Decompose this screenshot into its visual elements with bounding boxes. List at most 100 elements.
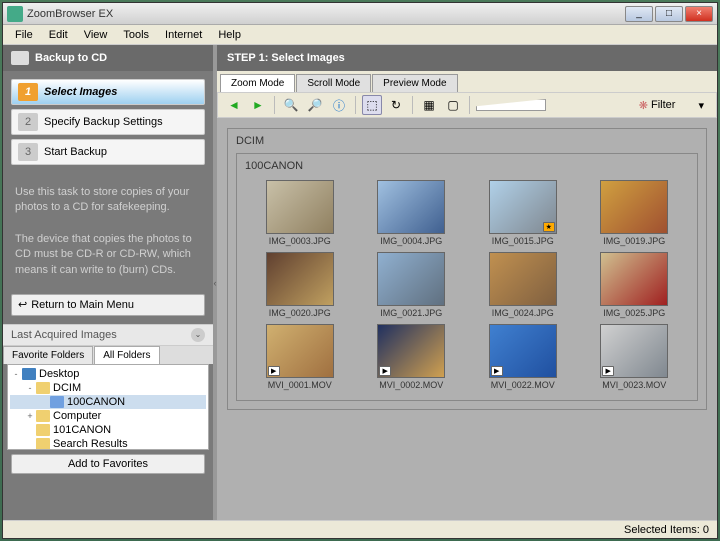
minimize-button[interactable]: _ xyxy=(625,6,653,22)
thumbnail-image: ▶ xyxy=(377,324,445,378)
last-acquired-header[interactable]: Last Acquired Images ⌄ xyxy=(3,324,213,346)
thumbnail-name: IMG_0015.JPG xyxy=(492,236,554,246)
add-favorites-button[interactable]: Add to Favorites xyxy=(11,454,205,474)
separator xyxy=(274,96,275,114)
thumbnail[interactable]: IMG_0025.JPG xyxy=(582,252,688,318)
thumbnail[interactable]: IMG_0019.JPG xyxy=(582,180,688,246)
window-title: ZoomBrowser EX xyxy=(27,8,625,20)
step-number: 3 xyxy=(18,143,38,161)
step-2[interactable]: 2Specify Backup Settings xyxy=(11,109,205,135)
menu-edit[interactable]: Edit xyxy=(41,27,76,43)
mode-tab-zoom-mode[interactable]: Zoom Mode xyxy=(220,74,295,92)
thumbnail-name: IMG_0025.JPG xyxy=(603,308,665,318)
mode-tab-scroll-mode[interactable]: Scroll Mode xyxy=(296,74,371,92)
separator xyxy=(469,96,470,114)
thumbnail-image: ▶ xyxy=(489,324,557,378)
subfolder-label: 100CANON xyxy=(241,158,693,174)
sidebar-title: Backup to CD xyxy=(35,52,107,64)
expand-icon[interactable] xyxy=(38,397,50,407)
info-button[interactable]: ⓘ xyxy=(329,95,349,115)
folder-tab-1[interactable]: All Folders xyxy=(94,346,159,364)
return-button[interactable]: ↩ Return to Main Menu xyxy=(11,294,205,316)
window-buttons: _ □ × xyxy=(625,6,713,22)
tree-item[interactable]: -Desktop xyxy=(10,367,206,381)
step-1[interactable]: 1Select Images xyxy=(11,79,205,105)
thumbnail[interactable]: ▶MVI_0002.MOV xyxy=(359,324,465,390)
menu-internet[interactable]: Internet xyxy=(157,27,210,43)
menu-view[interactable]: View xyxy=(76,27,116,43)
thumbnail[interactable]: ★ IMG_0015.JPG xyxy=(470,180,576,246)
thumbnail-image xyxy=(377,180,445,234)
expand-icon[interactable] xyxy=(24,425,36,435)
thumbnail[interactable]: IMG_0004.JPG xyxy=(359,180,465,246)
sidebar-header: Backup to CD xyxy=(3,45,213,71)
tree-item[interactable]: Search Results xyxy=(10,437,206,450)
step-label: Start Backup xyxy=(44,146,107,158)
thumbnail[interactable]: IMG_0021.JPG xyxy=(359,252,465,318)
zoom-in-button[interactable]: 🔎 xyxy=(305,95,325,115)
thumbnail[interactable]: ▶MVI_0022.MOV xyxy=(470,324,576,390)
tree-item[interactable]: 101CANON xyxy=(10,423,206,437)
thumbnail-name: IMG_0020.JPG xyxy=(269,308,331,318)
movie-icon: ▶ xyxy=(379,366,391,376)
movie-icon: ▶ xyxy=(602,366,614,376)
folder-tab-0[interactable]: Favorite Folders xyxy=(3,346,93,364)
select-all-button[interactable]: ▦ xyxy=(419,95,439,115)
main-panel: STEP 1: Select Images Zoom ModeScroll Mo… xyxy=(217,45,717,520)
step-header-label: STEP 1: Select Images xyxy=(227,52,345,64)
step-list: 1Select Images 2Specify Backup Settings 3S… xyxy=(3,71,213,177)
statusbar: Selected Items: 0 xyxy=(3,520,717,538)
tree-item[interactable]: 100CANON xyxy=(10,395,206,409)
thumbnail-image: ★ xyxy=(489,180,557,234)
filter-icon: ❋ xyxy=(639,99,648,112)
close-button[interactable]: × xyxy=(685,6,713,22)
thumbnail-name: IMG_0024.JPG xyxy=(492,308,554,318)
thumbnail[interactable]: ▶ MVI_0023.MOV xyxy=(582,324,688,390)
deselect-button[interactable]: ▢ xyxy=(443,95,463,115)
rotate-button[interactable]: ↻ xyxy=(386,95,406,115)
thumbnail-name: IMG_0019.JPG xyxy=(603,236,665,246)
menubar: FileEditViewToolsInternetHelp xyxy=(3,25,717,45)
forward-button[interactable]: ► xyxy=(248,95,268,115)
step-3[interactable]: 3 Start Backup xyxy=(11,139,205,165)
menu-tools[interactable]: Tools xyxy=(115,27,157,43)
thumbnail-image xyxy=(266,180,334,234)
back-button[interactable]: ◄ xyxy=(224,95,244,115)
menu-help[interactable]: Help xyxy=(210,27,249,43)
folder-group: DCIM 100CANON IMG_0003.JPGIMG_0004.JPG★I… xyxy=(227,128,707,410)
thumbnail-name: MVI_0001.MOV xyxy=(268,380,332,390)
selected-items-label: Selected Items: xyxy=(624,524,700,536)
tree-item[interactable]: -DCIM xyxy=(10,381,206,395)
menu-file[interactable]: File xyxy=(7,27,41,43)
expand-icon[interactable]: - xyxy=(24,383,36,393)
maximize-button[interactable]: □ xyxy=(655,6,683,22)
folder-icon xyxy=(36,424,50,436)
image-viewer[interactable]: DCIM 100CANON IMG_0003.JPGIMG_0004.JPG★I… xyxy=(217,118,717,520)
movie-icon: ▶ xyxy=(491,366,503,376)
expand-icon[interactable]: - xyxy=(10,369,22,379)
titlebar: ZoomBrowser EX _ □ × xyxy=(3,3,717,25)
thumbnail-name: MVI_0023.MOV xyxy=(602,380,666,390)
thumbnail[interactable]: IMG_0024.JPG xyxy=(470,252,576,318)
thumbnail-image: ▶ xyxy=(266,324,334,378)
expand-icon[interactable]: + xyxy=(24,411,36,421)
last-acquired-label: Last Acquired Images xyxy=(11,329,117,341)
sidebar: Backup to CD 1Select Images 2Specify Back… xyxy=(3,45,213,520)
select-tool-button[interactable]: ⬚ xyxy=(362,95,382,115)
thumbnail[interactable]: ▶ MVI_0001.MOV xyxy=(247,324,353,390)
expand-icon[interactable] xyxy=(24,439,36,449)
folder-tree[interactable]: -Desktop-DCIM 100CANON+Computer 101CANON… xyxy=(7,364,209,450)
zoom-out-button[interactable]: 🔍 xyxy=(281,95,301,115)
app-window: ZoomBrowser EX _ □ × FileEditViewToolsIn… xyxy=(2,2,718,539)
mode-tabs: Zoom ModeScroll ModePreview Mode xyxy=(217,71,717,92)
thumbnail[interactable]: IMG_0020.JPG xyxy=(247,252,353,318)
thumbnail[interactable]: IMG_0003.JPG xyxy=(247,180,353,246)
step-number: 1 xyxy=(18,83,38,101)
tree-label: Search Results xyxy=(53,438,128,450)
mode-tab-preview-mode[interactable]: Preview Mode xyxy=(372,74,457,92)
filter-button[interactable]: ❋ Filter ▾ xyxy=(633,97,710,114)
tree-item[interactable]: +Computer xyxy=(10,409,206,423)
thumbnail-image xyxy=(377,252,445,306)
zoom-slider[interactable] xyxy=(476,99,546,111)
thumbnail-image xyxy=(266,252,334,306)
